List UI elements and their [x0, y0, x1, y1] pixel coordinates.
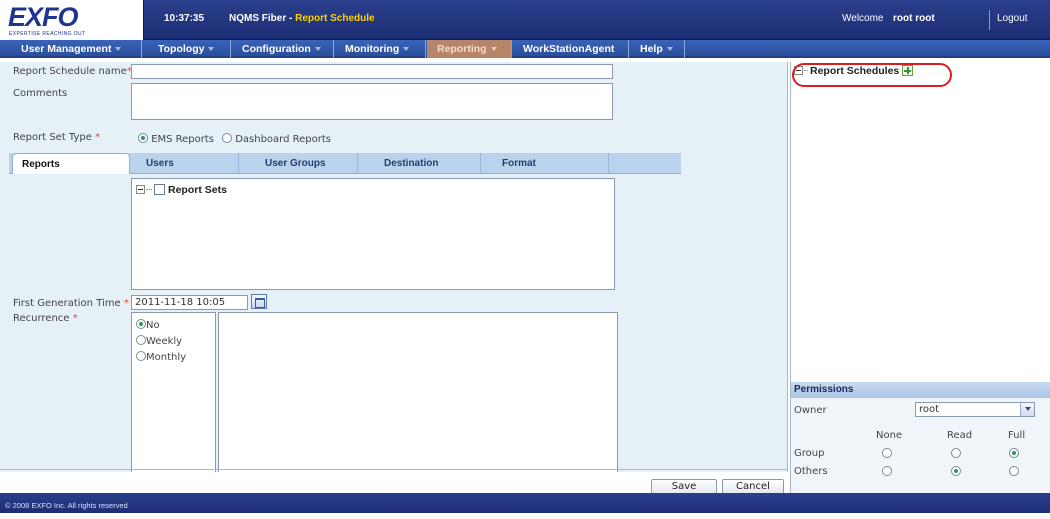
others-full-radio[interactable] [1009, 466, 1019, 476]
comments-label: Comments [13, 88, 68, 99]
page-title: NQMS Fiber - Report Schedule [229, 13, 375, 24]
comments-textarea[interactable] [131, 83, 613, 120]
owner-label: Owner [794, 405, 827, 416]
nav-label: Help [640, 43, 663, 55]
tab-destination[interactable]: Destination [359, 153, 481, 174]
nav-reporting[interactable]: Reporting [427, 40, 512, 58]
report-sets-checkbox[interactable] [154, 184, 165, 195]
owner-select[interactable]: root [915, 402, 1035, 417]
logout-link[interactable]: Logout [997, 13, 1028, 24]
ems-reports-radio[interactable]: EMS Reports [138, 133, 214, 145]
report-set-type-label: Report Set Type * [13, 132, 101, 143]
page-name: Report Schedule [295, 13, 375, 24]
others-none-radio[interactable] [882, 466, 892, 476]
tree-connector [146, 189, 152, 190]
first-generation-input[interactable]: 2011-11-18 10:05 [131, 295, 248, 310]
form-actions: Save Cancel [0, 472, 788, 495]
nav-user-management[interactable]: User Management [11, 40, 142, 58]
report-sets-tree: Report Sets [131, 178, 615, 290]
group-full-radio[interactable] [1009, 448, 1019, 458]
logo: EXFO EXPERTISE REACHING OUT [0, 0, 144, 40]
dashboard-reports-radio[interactable]: Dashboard Reports [222, 133, 331, 145]
nav-label: Reporting [437, 43, 487, 55]
chevron-down-icon [403, 47, 410, 52]
owner-value: root [919, 404, 940, 415]
others-read-radio[interactable] [951, 466, 961, 476]
recurrence-label: Recurrence * [13, 313, 78, 324]
app-header: EXFO EXPERTISE REACHING OUT 10:37:35 NQM… [0, 0, 1050, 40]
collapse-icon[interactable] [136, 185, 145, 194]
app-name: NQMS Fiber - [229, 13, 296, 24]
report-schedules-tree-root: Report Schedules [792, 63, 952, 87]
nav-label: Configuration [242, 43, 311, 55]
permissions-panel: Owner root None Read Full Group Others [791, 398, 1050, 493]
tree-node-report-sets: Report Sets [136, 184, 227, 196]
radio-icon [222, 133, 232, 143]
header-divider [989, 10, 990, 30]
recurrence-weekly-radio[interactable]: Weekly [136, 335, 182, 347]
nav-monitoring[interactable]: Monitoring [335, 40, 426, 58]
logo-text: EXFO [8, 2, 79, 32]
tab-bar: Reports Users User Groups Destination Fo… [9, 153, 681, 174]
schedule-name-input[interactable] [131, 64, 613, 79]
chevron-down-icon [1020, 403, 1034, 416]
tree-node-label: Report Sets [168, 184, 227, 196]
clock: 10:37:35 [164, 13, 205, 24]
highlight-annotation [792, 63, 952, 87]
chevron-down-icon [314, 47, 321, 52]
radio-icon [136, 335, 146, 345]
nav-label: Topology [158, 43, 205, 55]
column-none: None [876, 430, 903, 441]
form-divider [0, 469, 788, 470]
recurrence-monthly-radio[interactable]: Monthly [136, 351, 186, 363]
radio-icon [136, 351, 146, 361]
chevron-down-icon [208, 47, 215, 52]
nav-configuration[interactable]: Configuration [232, 40, 334, 58]
group-read-radio[interactable] [951, 448, 961, 458]
radio-selected-icon [138, 133, 148, 143]
tab-users[interactable]: Users [135, 153, 239, 174]
nav-label: User Management [21, 43, 112, 55]
welcome-text: Welcome [842, 13, 884, 24]
recurrence-details-panel [218, 312, 618, 482]
main-nav: User Management Topology Configuration M… [0, 40, 1050, 58]
nav-topology[interactable]: Topology [148, 40, 231, 58]
report-schedule-form: Report Schedule name* Comments Report Se… [0, 62, 788, 495]
column-full: Full [1008, 430, 1026, 441]
tab-user-groups[interactable]: User Groups [241, 153, 358, 174]
group-label: Group [794, 448, 825, 459]
report-schedules-panel: Report Schedules Permissions Owner root … [790, 62, 1050, 493]
others-label: Others [794, 466, 828, 477]
group-none-radio[interactable] [882, 448, 892, 458]
nav-help[interactable]: Help [630, 40, 685, 58]
chevron-down-icon [115, 47, 122, 52]
recurrence-no-radio[interactable]: No [136, 319, 160, 331]
tab-format[interactable]: Format [482, 153, 609, 174]
nav-label: Monitoring [345, 43, 400, 55]
nav-label: WorkStationAgent [523, 43, 615, 55]
nav-workstation-agent[interactable]: WorkStationAgent [513, 40, 629, 58]
schedule-name-label: Report Schedule name* [13, 66, 132, 77]
radio-selected-icon [136, 319, 146, 329]
column-read: Read [947, 430, 973, 441]
tab-reports[interactable]: Reports [12, 153, 130, 174]
first-generation-label: First Generation Time * [13, 298, 129, 309]
chevron-down-icon [666, 47, 673, 52]
copyright-footer: © 2008 EXFO Inc. All rights reserved [0, 493, 1050, 513]
permissions-header: Permissions [791, 382, 1050, 398]
calendar-icon[interactable] [251, 294, 267, 309]
user-name: root root [893, 13, 935, 24]
logo-tagline: EXPERTISE REACHING OUT [9, 31, 86, 37]
chevron-down-icon [490, 47, 497, 52]
recurrence-options: No Weekly Monthly [131, 312, 216, 482]
